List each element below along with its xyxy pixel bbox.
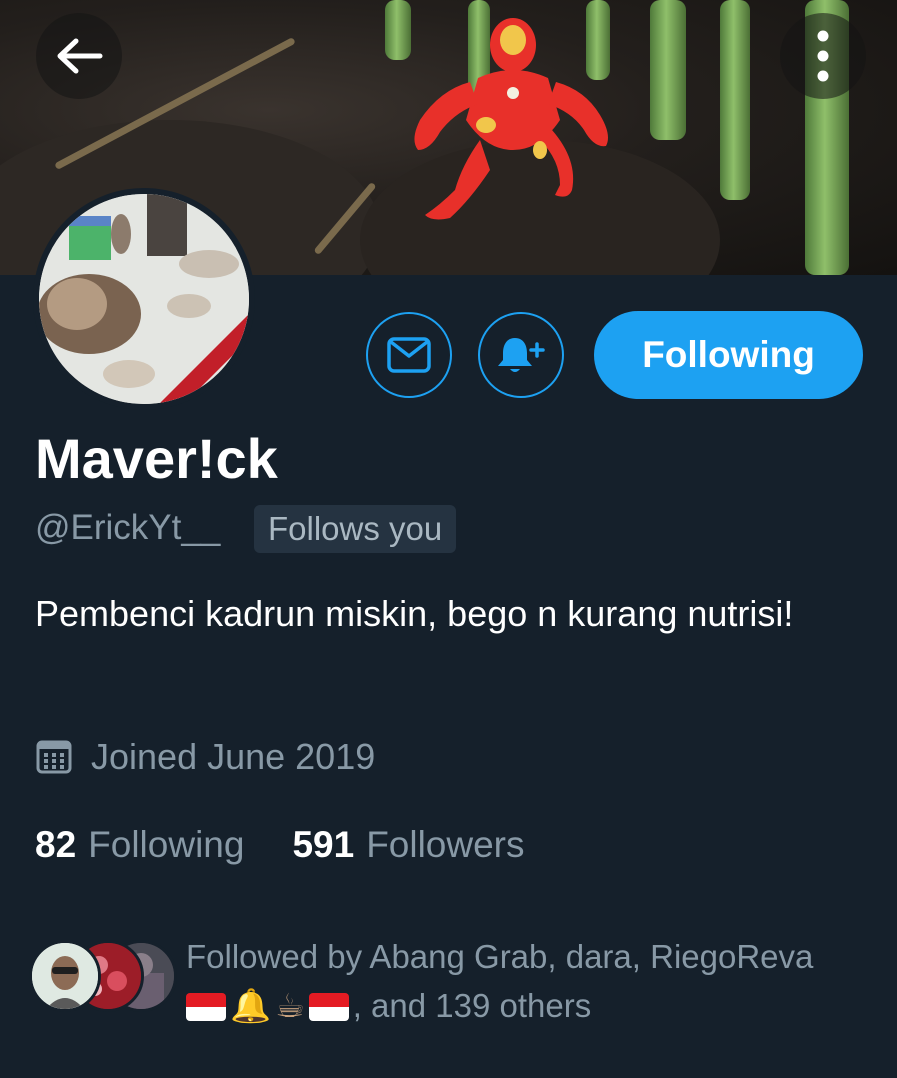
joined-date: Joined June 2019 (35, 733, 375, 781)
avatar-image (39, 194, 249, 404)
joined-text: Joined June 2019 (91, 736, 376, 777)
bell-plus-icon (498, 338, 545, 372)
more-options-button[interactable] (780, 13, 866, 99)
following-stat[interactable]: 82 Following (35, 824, 244, 866)
followers-label: Followers (366, 824, 525, 865)
flag-indonesia-icon (186, 993, 226, 1021)
follower-avatar[interactable] (29, 940, 101, 1012)
following-count: 82 (35, 824, 77, 865)
profile-handle: @ErickYt__ (35, 508, 221, 547)
followed-by-suffix: , and 139 others (352, 987, 592, 1024)
envelope-icon (387, 337, 431, 373)
flag-indonesia-icon (308, 993, 349, 1021)
followers-stat[interactable]: 591 Followers (292, 824, 524, 866)
notifications-button[interactable] (478, 312, 564, 398)
profile-name: Maver!ck (35, 427, 278, 490)
profile-bio: Pembenci kadrun miskin, bego n kurang nu… (35, 593, 794, 634)
follows-you-badge: Follows you (254, 505, 457, 553)
arrow-left-icon (57, 38, 103, 74)
followed-by-prefix: Followed by Abang Grab, dara, RiegoReva (186, 938, 814, 975)
followed-by-text[interactable]: Followed by Abang Grab, dara, RiegoReva … (186, 932, 876, 1030)
back-button[interactable] (36, 13, 122, 99)
coffee-emoji-icon: ☕ (275, 987, 305, 1024)
following-button[interactable]: Following (594, 311, 863, 399)
profile-avatar[interactable] (33, 188, 255, 410)
follow-stats: 82 Following 591 Followers (35, 820, 525, 870)
message-button[interactable] (366, 312, 452, 398)
followers-count: 591 (292, 824, 355, 865)
following-label: Following (88, 824, 245, 865)
vertical-dots-icon (817, 30, 829, 82)
bell-emoji-icon: 🔔 (230, 987, 272, 1024)
calendar-icon (36, 740, 72, 774)
